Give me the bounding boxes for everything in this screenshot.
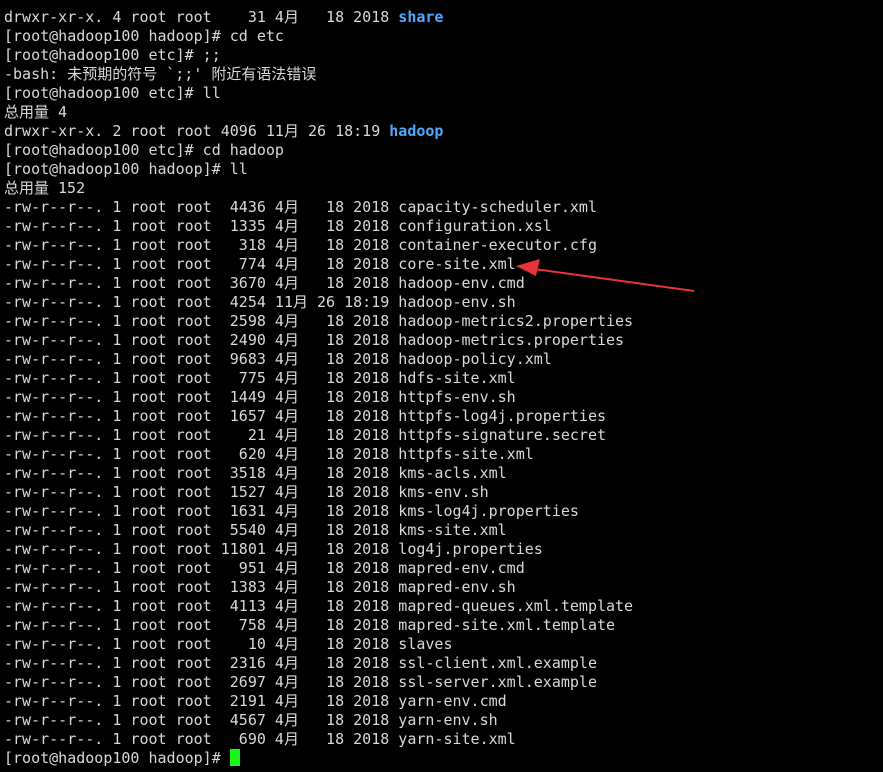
file-listing-row: -rw-r--r--. 1 root root 620 4月 18 2018 h… <box>4 445 534 463</box>
terminal-line: 总用量 152 <box>4 179 883 198</box>
terminal-line-text: 总用量 4 <box>4 103 68 121</box>
terminal-line-text: [root@hadoop100 etc]# cd hadoop <box>4 141 284 159</box>
file-listing-row: -rw-r--r--. 1 root root 5540 4月 18 2018 … <box>4 521 507 539</box>
file-listing-row: -rw-r--r--. 1 root root 1383 4月 18 2018 … <box>4 578 516 596</box>
terminal-line-text: drwxr-xr-x. 2 root root 4096 11月 26 18:1… <box>4 122 390 140</box>
file-listing-row: -rw-r--r--. 1 root root 690 4月 18 2018 y… <box>4 730 516 748</box>
terminal-line-text: 总用量 152 <box>4 179 86 197</box>
file-listing-row: -rw-r--r--. 1 root root 4113 4月 18 2018 … <box>4 597 634 615</box>
command-prompt-line[interactable]: [root@hadoop100 hadoop]# <box>4 749 883 768</box>
directory-name: hadoop <box>389 122 444 140</box>
file-listing-row: -rw-r--r--. 1 root root 4254 11月 26 18:1… <box>4 293 516 311</box>
file-listing-row: -rw-r--r--. 1 root root 11801 4月 18 2018… <box>4 540 543 558</box>
terminal-line-text: [root@hadoop100 hadoop]# cd etc <box>4 27 284 45</box>
file-listing-row: -rw-r--r--. 1 root root 758 4月 18 2018 m… <box>4 616 616 634</box>
file-listing-row: -rw-r--r--. 1 root root 10 4月 18 2018 sl… <box>4 635 453 653</box>
terminal-line-text: -bash: 未预期的符号 `;;' 附近有语法错误 <box>4 65 317 83</box>
terminal-line: 总用量 4 <box>4 103 883 122</box>
file-listing-row: -rw-r--r--. 1 root root 1449 4月 18 2018 … <box>4 388 516 406</box>
file-listing-row: -rw-r--r--. 1 root root 1527 4月 18 2018 … <box>4 483 489 501</box>
file-listing-row: -rw-r--r--. 1 root root 2598 4月 18 2018 … <box>4 312 634 330</box>
file-listing-row: -rw-r--r--. 1 root root 2490 4月 18 2018 … <box>4 331 625 349</box>
terminal-line-text: [root@hadoop100 etc]# ll <box>4 84 221 102</box>
file-listing-row: -rw-r--r--. 1 root root 774 4月 18 2018 c… <box>4 255 516 273</box>
terminal-line: drwxr-xr-x. 4 root root 31 4月 18 2018 sh… <box>4 8 883 27</box>
file-listing-row: -rw-r--r--. 1 root root 21 4月 18 2018 ht… <box>4 426 606 444</box>
terminal-line-text: [root@hadoop100 etc]# ;; <box>4 46 221 64</box>
file-listing-row: -rw-r--r--. 1 root root 4567 4月 18 2018 … <box>4 711 498 729</box>
file-listing-row: -rw-r--r--. 1 root root 1657 4月 18 2018 … <box>4 407 606 425</box>
cursor[interactable] <box>229 749 240 766</box>
terminal-line-text: drwxr-xr-x. 4 root root 31 4月 18 2018 <box>4 8 399 26</box>
file-listing-row: -rw-r--r--. 1 root root 3518 4月 18 2018 … <box>4 464 507 482</box>
terminal-line-text: [root@hadoop100 hadoop]# ll <box>4 160 248 178</box>
file-listing-row: -rw-r--r--. 1 root root 318 4月 18 2018 c… <box>4 236 597 254</box>
prompt-text: [root@hadoop100 hadoop]# <box>4 749 230 767</box>
file-listing-row: -rw-r--r--. 1 root root 3670 4月 18 2018 … <box>4 274 525 292</box>
file-listing-row: -rw-r--r--. 1 root root 1335 4月 18 2018 … <box>4 217 552 235</box>
terminal-line: -bash: 未预期的符号 `;;' 附近有语法错误 <box>4 65 883 84</box>
file-listing-row: -rw-r--r--. 1 root root 951 4月 18 2018 m… <box>4 559 525 577</box>
file-listing-row: -rw-r--r--. 1 root root 4436 4月 18 2018 … <box>4 198 597 216</box>
file-listing-row: -rw-r--r--. 1 root root 775 4月 18 2018 h… <box>4 369 516 387</box>
terminal-output[interactable]: drwxr-xr-x. 4 root root 31 4月 18 2018 sh… <box>4 8 883 768</box>
terminal-line: drwxr-xr-x. 2 root root 4096 11月 26 18:1… <box>4 122 883 141</box>
terminal-line: [root@hadoop100 hadoop]# ll <box>4 160 883 179</box>
directory-name: share <box>398 8 444 26</box>
file-listing-row: -rw-r--r--. 1 root root 2697 4月 18 2018 … <box>4 673 597 691</box>
terminal-line: [root@hadoop100 etc]# ll <box>4 84 883 103</box>
terminal-line: [root@hadoop100 etc]# cd hadoop <box>4 141 883 160</box>
file-listing-row: -rw-r--r--. 1 root root 1631 4月 18 2018 … <box>4 502 579 520</box>
file-listing-row: -rw-r--r--. 1 root root 2191 4月 18 2018 … <box>4 692 507 710</box>
terminal-line: [root@hadoop100 hadoop]# cd etc <box>4 27 883 46</box>
terminal-line: [root@hadoop100 etc]# ;; <box>4 46 883 65</box>
file-listing-row: -rw-r--r--. 1 root root 9683 4月 18 2018 … <box>4 350 552 368</box>
file-listing-row: -rw-r--r--. 1 root root 2316 4月 18 2018 … <box>4 654 597 672</box>
